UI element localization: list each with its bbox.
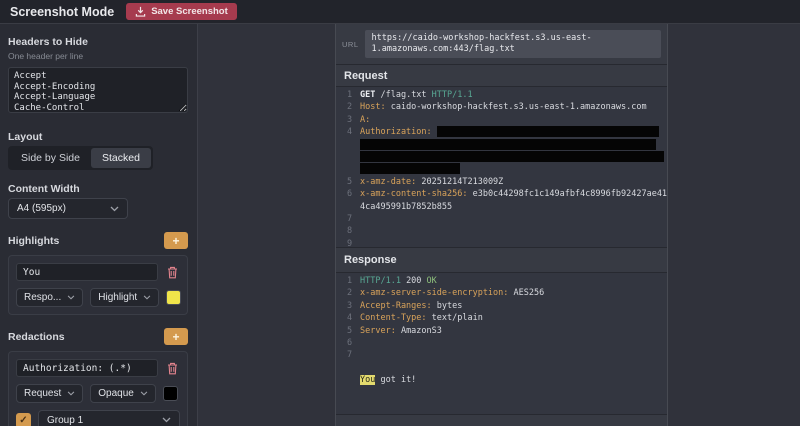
- url-value: https://caido-workshop-hackfest.s3.us-ea…: [365, 30, 661, 58]
- content-width-label: Content Width: [8, 183, 189, 195]
- add-redaction-button[interactable]: +: [164, 328, 188, 345]
- layout-toggle-group: Side by Side Stacked: [8, 146, 153, 170]
- code-line: 4ca495991b7852b855: [336, 201, 667, 213]
- add-highlight-button[interactable]: +: [164, 232, 188, 249]
- redaction-enabled-checkbox[interactable]: ✓: [16, 413, 31, 426]
- response-code: 1HTTP/1.1 200 OK2x-amz-server-side-encry…: [336, 272, 667, 415]
- settings-sidebar: Headers to Hide One header per line Acce…: [0, 24, 198, 426]
- highlight-color-swatch[interactable]: [166, 290, 181, 305]
- chevron-down-icon: [140, 391, 148, 396]
- redaction-style-value: Opaque: [98, 388, 134, 399]
- request-code: 1GET /flag.txt HTTP/1.12Host: caido-work…: [336, 86, 667, 247]
- highlight-style-select[interactable]: Highlight: [90, 288, 159, 307]
- delete-highlight-button[interactable]: [165, 266, 180, 279]
- highlight-target-select[interactable]: Respo...: [16, 288, 83, 307]
- highlight-target-value: Respo...: [24, 292, 61, 303]
- redaction-group-value: Group 1: [47, 415, 83, 426]
- redaction-bar: [360, 151, 664, 162]
- code-line: [336, 163, 667, 175]
- request-title: Request: [344, 70, 387, 82]
- layout-option-side-by-side[interactable]: Side by Side: [10, 148, 91, 168]
- highlights-label: Highlights: [8, 235, 59, 247]
- redaction-target-value: Request: [24, 388, 61, 399]
- headers-to-hide-label: Headers to Hide: [8, 36, 189, 48]
- redaction-color-swatch[interactable]: [163, 386, 178, 401]
- code-line: 2Host: caido-workshop-hackfest.s3.us-eas…: [336, 101, 667, 113]
- code-line: 3A:: [336, 114, 667, 126]
- code-line: 1HTTP/1.1 200 OK: [336, 275, 667, 287]
- response-header: Response: [336, 247, 667, 272]
- chevron-down-icon: [110, 206, 119, 212]
- layout-option-stacked[interactable]: Stacked: [91, 148, 151, 168]
- highlights-section: Highlights + Respo...: [8, 232, 189, 315]
- save-screenshot-button[interactable]: Save Screenshot: [126, 3, 237, 20]
- code-line: [336, 362, 667, 374]
- code-line: 6: [336, 337, 667, 349]
- highlight-style-value: Highlight: [98, 292, 137, 303]
- code-line: [336, 139, 667, 151]
- delete-redaction-button[interactable]: [165, 362, 180, 375]
- trash-icon: [167, 266, 178, 279]
- code-line: 5Server: AmazonS3: [336, 325, 667, 337]
- response-title: Response: [344, 254, 397, 266]
- code-line: 4Authorization:: [336, 126, 667, 138]
- content-width-value: A4 (595px): [17, 203, 66, 214]
- url-bar: URL https://caido-workshop-hackfest.s3.u…: [336, 24, 667, 64]
- code-line: 3Accept-Ranges: bytes: [336, 300, 667, 312]
- chevron-down-icon: [67, 391, 75, 396]
- chevron-down-icon: [67, 295, 75, 300]
- trash-icon: [167, 362, 178, 375]
- layout-section: Layout Side by Side Stacked: [8, 131, 189, 170]
- top-bar: Screenshot Mode Save Screenshot: [0, 0, 800, 24]
- content-width-select[interactable]: A4 (595px): [8, 198, 128, 219]
- chevron-down-icon: [143, 295, 151, 300]
- headers-to-hide-textarea[interactable]: Accept Accept-Encoding Accept-Language C…: [8, 67, 188, 113]
- highlight-pattern-input[interactable]: [16, 263, 158, 281]
- redaction-bar: [360, 163, 460, 174]
- screenshot-mode-app: Screenshot Mode Save Screenshot Headers …: [0, 0, 800, 426]
- code-line: 2x-amz-server-side-encryption: AES256: [336, 287, 667, 299]
- redaction-bar: [437, 126, 659, 137]
- code-line: 6x-amz-content-sha256: e3b0c44298fc1c149…: [336, 188, 667, 200]
- code-line: 7: [336, 349, 667, 361]
- code-line: 9: [336, 238, 667, 247]
- headers-to-hide-hint: One header per line: [8, 51, 189, 61]
- code-line: 1GET /flag.txt HTTP/1.1: [336, 89, 667, 101]
- save-button-label: Save Screenshot: [151, 6, 228, 17]
- download-icon: [135, 6, 146, 17]
- redaction-pattern-input[interactable]: [16, 359, 158, 377]
- code-line: 4Content-Type: text/plain: [336, 312, 667, 324]
- code-line: 7: [336, 213, 667, 225]
- layout-label: Layout: [8, 131, 189, 143]
- redaction-target-select[interactable]: Request: [16, 384, 83, 403]
- redaction-bar: [360, 139, 656, 150]
- headers-to-hide-section: Headers to Hide One header per line Acce…: [8, 36, 189, 118]
- redactions-label: Redactions: [8, 331, 65, 343]
- screenshot-preview-panel: URL https://caido-workshop-hackfest.s3.u…: [335, 24, 668, 426]
- redactions-section: Redactions + Request: [8, 328, 189, 426]
- code-line: 8: [336, 225, 667, 237]
- code-line: You got it!: [336, 374, 667, 386]
- chevron-down-icon: [162, 417, 171, 423]
- url-label: URL: [342, 40, 359, 49]
- redaction-rule-card: Request Opaque ✓ Group 1: [8, 351, 188, 426]
- code-line: [336, 151, 667, 163]
- content-width-section: Content Width A4 (595px): [8, 183, 189, 219]
- page-title: Screenshot Mode: [10, 5, 114, 19]
- code-line: 5x-amz-date: 20251214T213009Z: [336, 176, 667, 188]
- redaction-style-select[interactable]: Opaque: [90, 384, 156, 403]
- request-header: Request: [336, 64, 667, 86]
- redaction-group-select[interactable]: Group 1: [38, 410, 180, 426]
- highlight-rule-card: Respo... Highlight: [8, 255, 188, 315]
